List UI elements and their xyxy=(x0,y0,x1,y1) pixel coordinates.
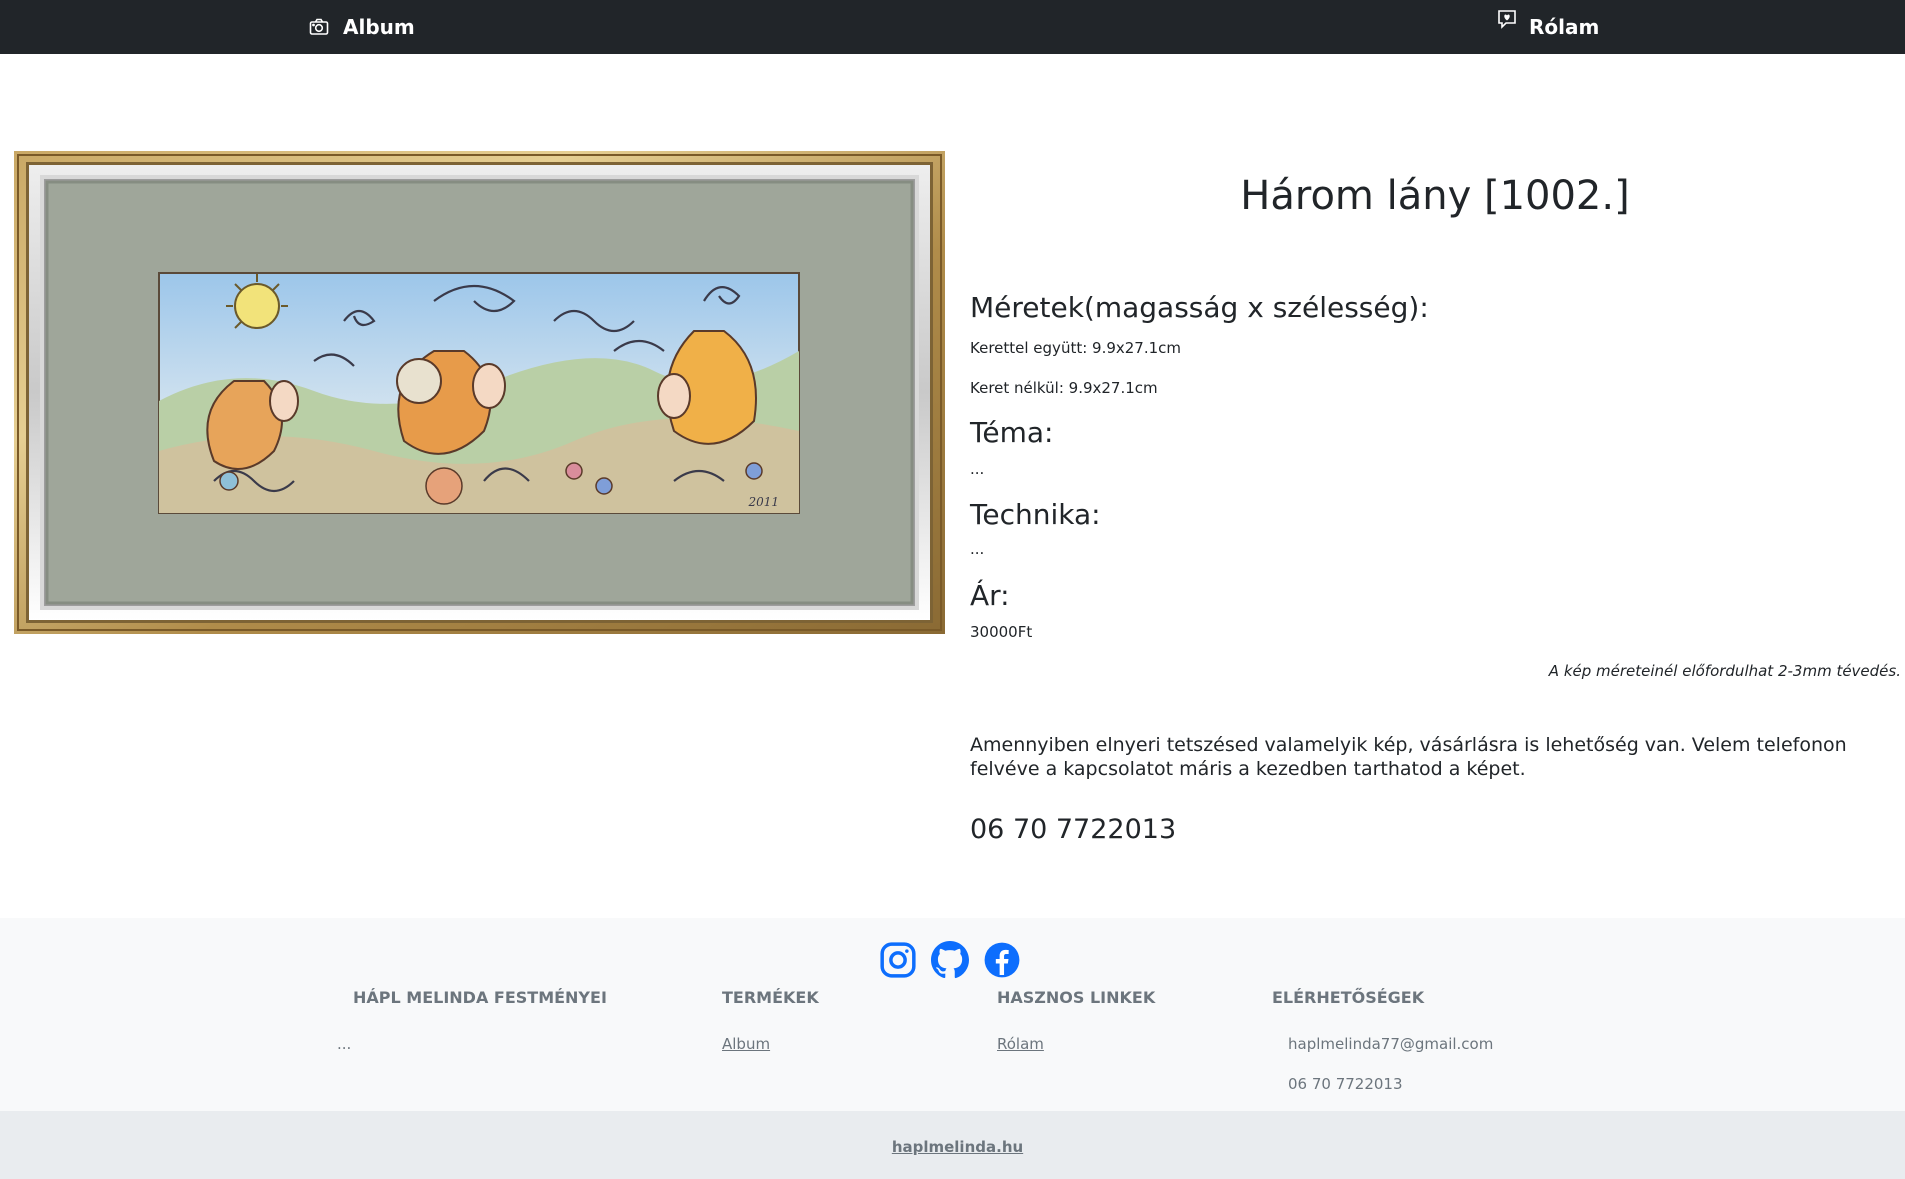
camera-icon xyxy=(309,18,329,36)
footer-links-heading: HASZNOS LINKEK xyxy=(997,988,1156,1007)
nav-album-link[interactable]: Album xyxy=(309,0,415,54)
price-value: 30000Ft xyxy=(970,623,1033,641)
site-link[interactable]: haplmelinda.hu xyxy=(0,1138,1905,1156)
footer-contact-heading: ELÉRHETŐSÉGEK xyxy=(1272,988,1425,1007)
instagram-icon[interactable] xyxy=(879,941,917,979)
theme-heading: Téma: xyxy=(970,416,1054,449)
dimensions-heading: Méretek(magasság x szélesség): xyxy=(970,291,1429,324)
footer: HÁPL MELINDA FESTMÉNYEI ... TERMÉKEK Alb… xyxy=(0,918,1905,1111)
size-disclaimer: A kép méreteinél előfordulhat 2-3mm téve… xyxy=(1548,662,1901,680)
footer-brand-text: ... xyxy=(337,1035,352,1053)
github-icon[interactable] xyxy=(931,941,969,979)
painting-image: 2011 xyxy=(14,151,945,634)
footer-album-link[interactable]: Album xyxy=(722,1035,770,1053)
price-heading: Ár: xyxy=(970,579,1010,612)
footer-products-heading: TERMÉKEK xyxy=(722,988,819,1007)
technique-value: ... xyxy=(970,540,985,558)
copyright-bar: haplmelinda.hu xyxy=(0,1111,1905,1179)
theme-value: ... xyxy=(970,460,985,478)
footer-email: haplmelinda77@gmail.com xyxy=(1288,1035,1494,1053)
top-navbar: Album Rólam xyxy=(0,0,1905,54)
nav-about-label: Rólam xyxy=(1529,15,1600,39)
contact-phone: 06 70 7722013 xyxy=(970,814,1177,845)
footer-phone: 06 70 7722013 xyxy=(1288,1075,1403,1093)
nav-album-label: Album xyxy=(343,15,415,39)
footer-brand-heading: HÁPL MELINDA FESTMÉNYEI xyxy=(353,988,607,1007)
technique-heading: Technika: xyxy=(970,498,1101,531)
footer-about-link[interactable]: Rólam xyxy=(997,1035,1044,1053)
painting-title: Három lány [1002.] xyxy=(1240,173,1630,219)
dimensions-without-frame: Keret nélkül: 9.9x27.1cm xyxy=(970,379,1158,397)
chat-heart-icon xyxy=(1497,9,1517,29)
signature: 2011 xyxy=(747,495,779,509)
facebook-icon[interactable] xyxy=(983,941,1021,979)
contact-text: Amennyiben elnyeri tetszésed valamelyik … xyxy=(970,734,1847,780)
dimensions-with-frame: Kerettel együtt: 9.9x27.1cm xyxy=(970,339,1182,357)
nav-about-link[interactable]: Rólam xyxy=(1497,0,1599,54)
